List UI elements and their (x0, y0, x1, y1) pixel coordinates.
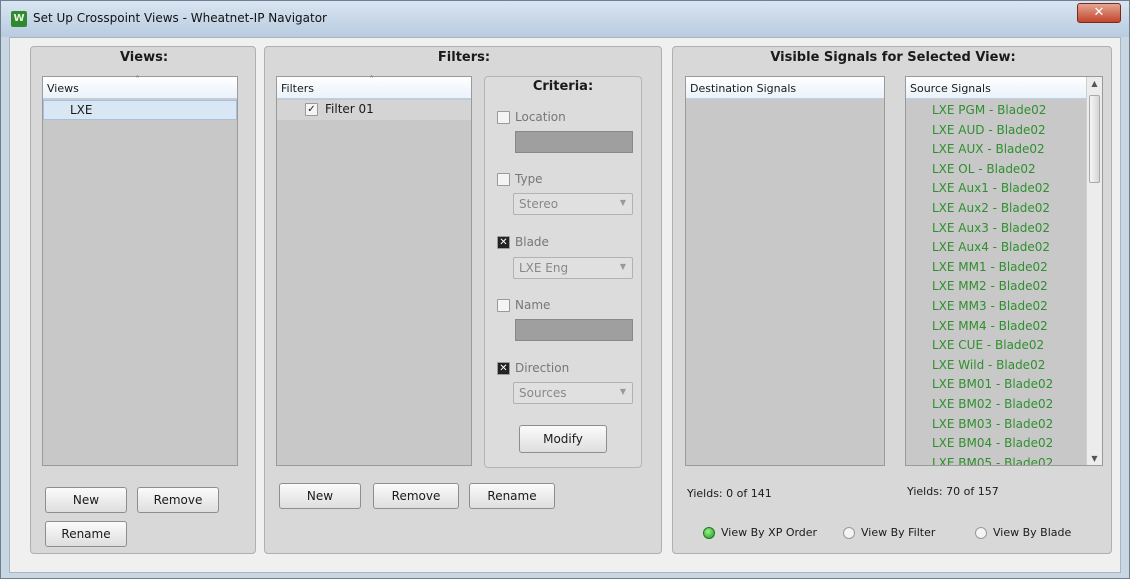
list-item[interactable]: LXE PGM - Blade02 (906, 101, 1086, 121)
list-item[interactable]: LXE CUE - Blade02 (906, 336, 1086, 356)
view-option-radio[interactable] (703, 527, 715, 539)
views-new-button[interactable]: New (45, 487, 127, 513)
direction-dropdown-value: Sources (519, 386, 567, 400)
filters-rename-button[interactable]: Rename (469, 483, 555, 509)
criteria-title: Criteria: (532, 79, 594, 94)
sort-up-icon: ˄ (369, 75, 374, 86)
type-label: Type (515, 172, 543, 186)
filters-list[interactable]: Filters ˄ ✓ Filter 01 (276, 75, 472, 466)
direction-label: Direction (515, 361, 570, 375)
list-item[interactable]: LXE AUX - Blade02 (906, 140, 1086, 160)
criteria-group: Criteria: Location Type Stereo ▼ ✕ Blade… (484, 76, 642, 468)
list-item[interactable]: LXE MM4 - Blade02 (906, 317, 1086, 337)
crosspoint-views-window: W Set Up Crosspoint Views - Wheatnet-IP … (0, 0, 1130, 579)
list-item[interactable]: LXE BM05 - Blade02 (906, 454, 1086, 465)
filters-panel: Filters: Filters ˄ ✓ Filter 01 Criteria:… (264, 46, 662, 554)
view-option-radio[interactable] (843, 527, 855, 539)
title-bar[interactable]: W Set Up Crosspoint Views - Wheatnet-IP … (1, 1, 1129, 37)
blade-dropdown-value: LXE Eng (519, 261, 569, 275)
list-item[interactable]: LXE Aux1 - Blade02 (906, 179, 1086, 199)
type-dropdown-value: Stereo (519, 197, 559, 211)
name-checkbox[interactable] (497, 299, 510, 312)
list-item-label: Filter 01 (325, 102, 374, 116)
view-option-label[interactable]: View By XP Order (721, 526, 817, 539)
wheatnet-logo-icon: W (11, 11, 27, 27)
list-item[interactable]: LXE Aux4 - Blade02 (906, 238, 1086, 258)
type-dropdown[interactable]: Stereo ▼ (513, 193, 633, 215)
list-item[interactable]: LXE BM02 - Blade02 (906, 395, 1086, 415)
source-signals-items: LXE PGM - Blade02 LXE AUD - Blade02 LXE AU… (906, 101, 1086, 465)
name-field[interactable] (515, 319, 633, 341)
list-item[interactable]: LXE Aux3 - Blade02 (906, 219, 1086, 239)
views-panel: Views: Views ˄ LXE New Remove Rename (30, 46, 256, 554)
location-label: Location (515, 110, 566, 124)
views-panel-title: Views: (119, 50, 169, 65)
views-remove-button[interactable]: Remove (137, 487, 219, 513)
source-signals-list[interactable]: Source Signals LXE PGM - Blade02 LXE AUD … (905, 76, 1103, 466)
list-item[interactable]: LXE BM04 - Blade02 (906, 434, 1086, 454)
view-option-label[interactable]: View By Blade (993, 526, 1071, 539)
source-signals-header[interactable]: Source Signals (906, 77, 1102, 99)
close-button[interactable]: ✕ (1077, 3, 1121, 23)
blade-label: Blade (515, 235, 549, 249)
blade-dropdown[interactable]: LXE Eng ▼ (513, 257, 633, 279)
list-item[interactable]: ✓ Filter 01 (277, 100, 471, 120)
location-checkbox[interactable] (497, 111, 510, 124)
views-rename-button[interactable]: Rename (45, 521, 127, 547)
filters-column-header[interactable]: Filters ˄ (277, 75, 471, 99)
views-column-header[interactable]: Views ˄ (43, 75, 237, 99)
scrollbar-thumb[interactable] (1089, 95, 1100, 183)
name-label: Name (515, 298, 551, 312)
client-area: Views: Views ˄ LXE New Remove Rename Fil… (9, 37, 1121, 573)
list-item[interactable]: LXE MM1 - Blade02 (906, 258, 1086, 278)
views-column-header-label: Views (47, 82, 79, 95)
filters-new-button[interactable]: New (279, 483, 361, 509)
list-item[interactable]: LXE BM03 - Blade02 (906, 415, 1086, 435)
filters-panel-title: Filters: (437, 50, 491, 65)
scrollbar[interactable]: ▲ ▼ (1086, 77, 1102, 465)
source-yields: Yields: 70 of 157 (907, 485, 999, 498)
chevron-down-icon: ▼ (619, 198, 626, 207)
chevron-down-icon: ▼ (619, 262, 626, 271)
destination-signals-header[interactable]: Destination Signals (686, 77, 884, 99)
destination-yields: Yields: 0 of 141 (687, 487, 772, 500)
scroll-down-icon[interactable]: ▼ (1087, 454, 1102, 463)
filters-column-header-label: Filters (281, 82, 314, 95)
list-item[interactable]: LXE BM01 - Blade02 (906, 375, 1086, 395)
visible-signals-panel: Visible Signals for Selected View: Desti… (672, 46, 1112, 554)
sort-up-icon: ˄ (135, 75, 140, 86)
modify-button[interactable]: Modify (519, 425, 607, 453)
chevron-down-icon: ▼ (619, 387, 626, 396)
destination-signals-list[interactable]: Destination Signals (685, 76, 885, 466)
window-title: Set Up Crosspoint Views - Wheatnet-IP Na… (33, 11, 327, 25)
filters-remove-button[interactable]: Remove (373, 483, 459, 509)
list-item[interactable]: LXE Aux2 - Blade02 (906, 199, 1086, 219)
list-item[interactable]: LXE MM2 - Blade02 (906, 277, 1086, 297)
views-list[interactable]: Views ˄ LXE (42, 75, 238, 466)
list-item[interactable]: LXE (43, 100, 237, 120)
filter-checkbox[interactable]: ✓ (305, 103, 318, 116)
direction-checkbox[interactable]: ✕ (497, 362, 510, 375)
location-field[interactable] (515, 131, 633, 153)
blade-checkbox[interactable]: ✕ (497, 236, 510, 249)
view-option-radio[interactable] (975, 527, 987, 539)
view-option-label[interactable]: View By Filter (861, 526, 935, 539)
list-item[interactable]: LXE OL - Blade02 (906, 160, 1086, 180)
list-item[interactable]: LXE MM3 - Blade02 (906, 297, 1086, 317)
list-item[interactable]: LXE AUD - Blade02 (906, 121, 1086, 141)
direction-dropdown[interactable]: Sources ▼ (513, 382, 633, 404)
list-item-label: LXE (70, 103, 93, 117)
visible-signals-title: Visible Signals for Selected View: (770, 50, 1016, 65)
list-item[interactable]: LXE Wild - Blade02 (906, 356, 1086, 376)
type-checkbox[interactable] (497, 173, 510, 186)
scroll-up-icon[interactable]: ▲ (1087, 79, 1102, 88)
